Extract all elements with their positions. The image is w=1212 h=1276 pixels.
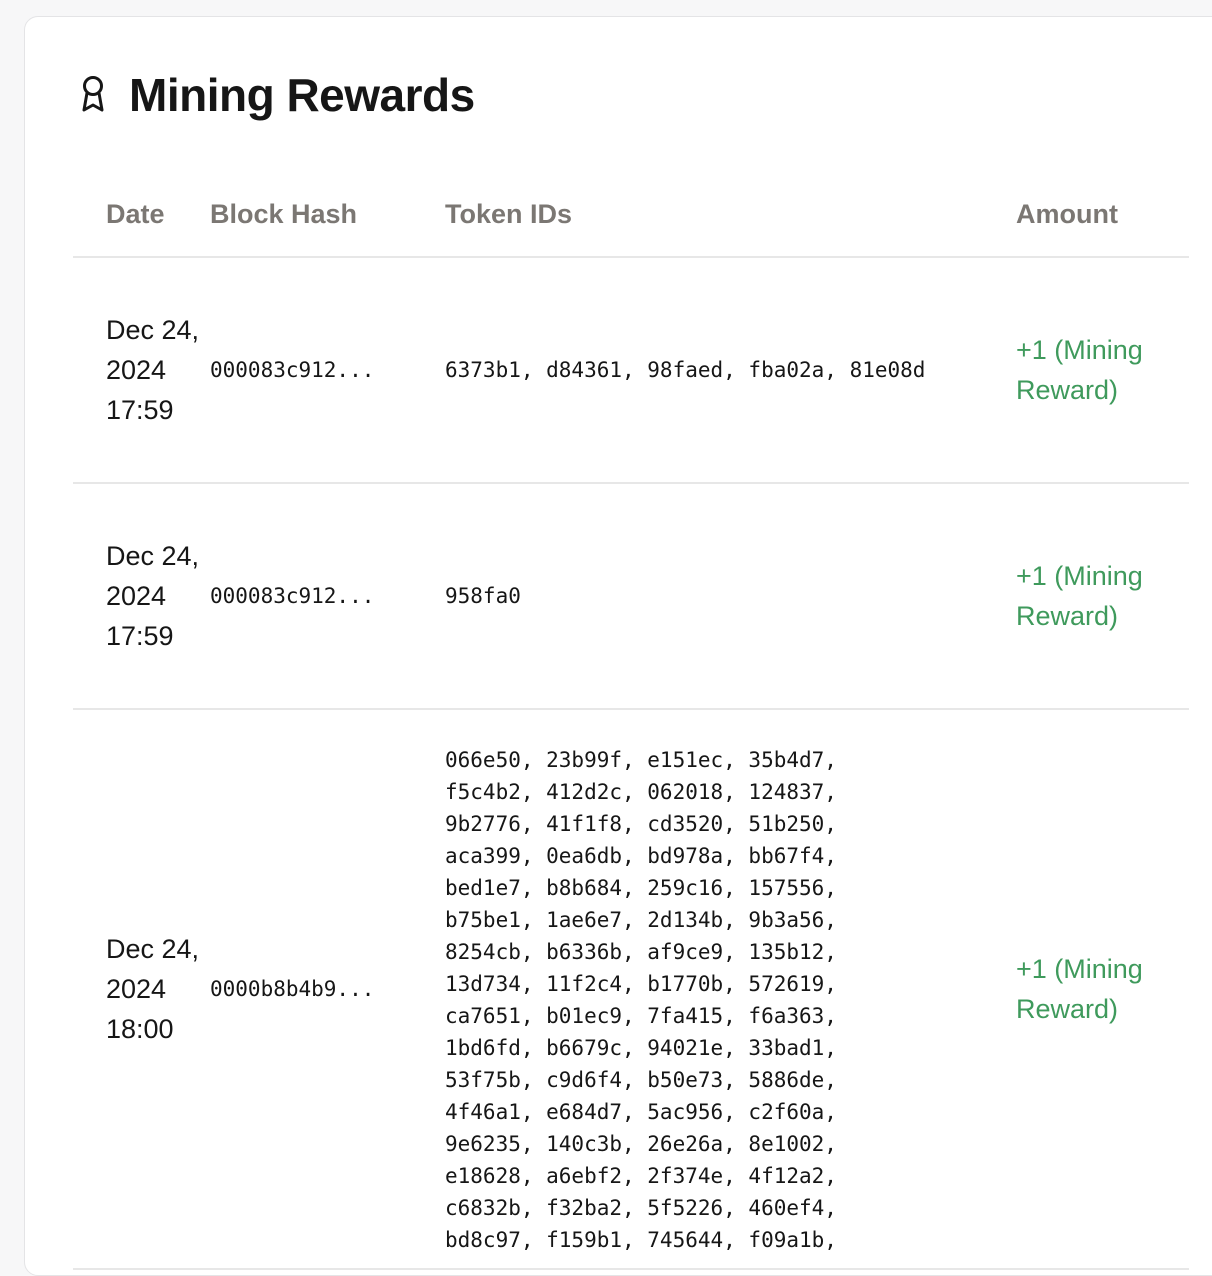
row-date: Dec 24, 2024 17:59 (106, 315, 200, 425)
table-row: Dec 24, 2024 18:00 0000b8b4b9... 066e50,… (73, 709, 1189, 1270)
row-amount: +1 (Mining Reward) (1016, 335, 1143, 405)
column-header-block-hash: Block Hash (210, 173, 445, 258)
column-header-date: Date (73, 173, 210, 258)
row-block-hash: 000083c912... (210, 358, 375, 382)
row-token-ids: 066e50, 23b99f, e151ec, 35b4d7, f5c4b2, … (445, 748, 837, 1252)
award-ribbon-icon (82, 76, 104, 112)
table-row: Dec 24, 2024 17:59 000083c912... 6373b1,… (73, 257, 1189, 484)
row-token-ids: 958fa0 (445, 584, 521, 608)
mining-rewards-table: Date Block Hash Token IDs Amount Dec 24,… (73, 173, 1189, 1270)
column-header-amount: Amount (1016, 173, 1189, 258)
row-amount: +1 (Mining Reward) (1016, 954, 1143, 1024)
table-header-row: Date Block Hash Token IDs Amount (73, 173, 1189, 258)
page-title: Mining Rewards (129, 69, 475, 121)
row-block-hash: 000083c912... (210, 584, 375, 608)
mining-rewards-card: Mining Rewards Date Block Hash Token IDs… (24, 16, 1212, 1276)
row-token-ids: 6373b1, d84361, 98faed, fba02a, 81e08d (445, 358, 926, 382)
card-header: Mining Rewards (79, 67, 475, 123)
column-header-token-ids: Token IDs (445, 173, 1016, 258)
row-block-hash: 0000b8b4b9... (210, 977, 375, 1001)
table-row: Dec 24, 2024 17:59 000083c912... 958fa0 … (73, 483, 1189, 710)
row-date: Dec 24, 2024 18:00 (106, 934, 200, 1044)
row-date: Dec 24, 2024 17:59 (106, 541, 200, 651)
row-amount: +1 (Mining Reward) (1016, 561, 1143, 631)
